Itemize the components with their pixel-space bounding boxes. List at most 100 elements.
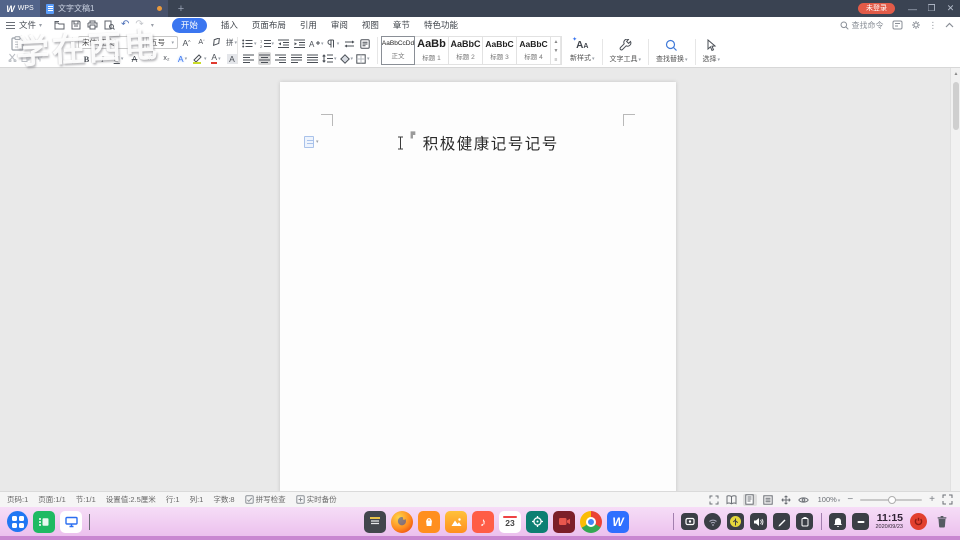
tab-section[interactable]: 章节 xyxy=(393,19,410,31)
scrollbar-thumb[interactable] xyxy=(953,82,959,130)
style-normal[interactable]: AaBbCcDd 正文 xyxy=(381,36,415,65)
font-name-select[interactable]: 宋体(正文) ▾ xyxy=(78,36,144,49)
underline-button[interactable]: U▾ xyxy=(112,52,125,65)
style-heading2[interactable]: AaBbC 标题 2 xyxy=(449,36,483,65)
control-center-icon[interactable] xyxy=(526,511,548,533)
font-size-select[interactable]: 五号 ▾ xyxy=(146,36,178,49)
zoom-in-button[interactable]: + xyxy=(929,495,935,505)
close-button[interactable]: ✕ xyxy=(941,0,960,17)
borders-button[interactable]: ▾ xyxy=(356,52,370,65)
calendar-icon[interactable]: 23 xyxy=(499,511,521,533)
asian-layout-button[interactable] xyxy=(343,37,356,50)
scroll-up-icon[interactable]: ▲ xyxy=(951,68,960,80)
file-menu[interactable]: 文件 xyxy=(19,19,36,31)
distribute-icon[interactable] xyxy=(306,52,319,65)
highlight-button[interactable]: ▾ xyxy=(192,52,207,65)
network-icon[interactable] xyxy=(704,513,721,530)
select-button[interactable]: 选择▾ xyxy=(698,35,726,68)
fullscreen-view-icon[interactable] xyxy=(707,494,721,506)
login-button[interactable]: 未登录 xyxy=(858,3,895,14)
text-tools-button[interactable]: 文字工具▾ xyxy=(605,35,647,68)
paste-icon[interactable] xyxy=(10,36,27,51)
usb-device-icon[interactable] xyxy=(727,513,744,530)
new-style-button[interactable]: AA✦ 新样式▾ xyxy=(565,35,600,68)
justify-icon[interactable] xyxy=(290,52,303,65)
zoom-level[interactable]: 100%▾ xyxy=(818,495,841,504)
subscript-button[interactable]: x₂ xyxy=(160,52,173,65)
zoom-out-button[interactable]: − xyxy=(847,495,853,505)
fit-page-icon[interactable] xyxy=(942,494,953,505)
vertical-scrollbar[interactable]: ▲ xyxy=(950,68,960,491)
screen-capture-icon[interactable] xyxy=(681,513,698,530)
strikethrough-button[interactable]: A xyxy=(128,52,141,65)
chrome-icon[interactable] xyxy=(580,511,602,533)
align-center-icon[interactable] xyxy=(258,52,271,65)
align-right-icon[interactable] xyxy=(274,52,287,65)
decrease-indent-icon[interactable] xyxy=(277,37,290,50)
wps-logo[interactable]: W WPS xyxy=(0,0,40,17)
paragraph-layout-icon[interactable] xyxy=(359,37,372,50)
archive-manager-icon[interactable] xyxy=(364,511,386,533)
music-player-icon[interactable]: ♪ xyxy=(472,511,494,533)
settings-gear-icon[interactable] xyxy=(911,20,921,30)
bold-button[interactable]: B xyxy=(80,52,93,65)
taskbar-clock[interactable]: 11:15 2020/09/23 xyxy=(875,513,903,530)
restore-button[interactable]: ❐ xyxy=(922,0,941,17)
shrink-font-button[interactable]: Aˇ xyxy=(195,36,208,49)
more-options-icon[interactable]: ⋮ xyxy=(929,20,938,31)
new-tab-button[interactable]: + xyxy=(168,0,194,17)
align-left-icon[interactable] xyxy=(242,52,255,65)
app-store-icon[interactable] xyxy=(418,511,440,533)
volume-icon[interactable] xyxy=(750,513,767,530)
style-heading1[interactable]: AaBb 标题 1 xyxy=(415,36,449,65)
bullets-button[interactable]: ▾ xyxy=(242,37,257,50)
find-replace-button[interactable]: 查找替换▾ xyxy=(651,35,693,68)
italic-button[interactable]: I xyxy=(96,52,109,65)
tab-insert[interactable]: 插入 xyxy=(221,19,238,31)
document-tab[interactable]: 文字文稿1 xyxy=(40,0,168,17)
format-painter-icon[interactable] xyxy=(34,53,44,62)
show-marks-button[interactable]: ▾ xyxy=(327,37,340,50)
spellcheck-toggle[interactable]: 拼写检查 xyxy=(245,494,286,505)
zoom-slider[interactable] xyxy=(860,499,922,501)
customize-toolbar-icon[interactable]: ▾ xyxy=(151,22,154,29)
wps-writer-icon[interactable]: W xyxy=(607,511,629,533)
pan-tool-icon[interactable] xyxy=(779,494,793,506)
firefox-icon[interactable] xyxy=(391,511,413,533)
notifications-bell-icon[interactable] xyxy=(829,513,846,530)
tab-page-layout[interactable]: 页面布局 xyxy=(252,19,286,31)
print-preview-icon[interactable] xyxy=(104,20,115,30)
open-icon[interactable] xyxy=(54,20,65,30)
page-view-icon[interactable] xyxy=(743,494,757,506)
show-desktop-icon[interactable] xyxy=(60,511,82,533)
tab-references[interactable]: 引用 xyxy=(300,19,317,31)
line-spacing-button[interactable]: ▾ xyxy=(322,52,337,65)
save-icon[interactable] xyxy=(71,20,81,30)
launcher-button[interactable] xyxy=(7,511,28,532)
pen-input-icon[interactable] xyxy=(773,513,790,530)
copy-icon[interactable] xyxy=(21,53,30,62)
show-desktop-tray-icon[interactable] xyxy=(852,513,869,530)
superscript-button[interactable]: x² xyxy=(144,52,157,65)
tab-review[interactable]: 审阅 xyxy=(331,19,348,31)
task-pane-icon[interactable] xyxy=(892,20,903,30)
style-heading3[interactable]: AaBbC 标题 3 xyxy=(483,36,517,65)
trash-icon[interactable] xyxy=(933,513,950,530)
document-page[interactable]: ▾ ▛ 积极健康记号记号 xyxy=(280,82,676,491)
zoom-slider-knob[interactable] xyxy=(888,496,896,504)
live-backup-toggle[interactable]: 实时备份 xyxy=(296,494,337,505)
undo-icon[interactable]: ↶ xyxy=(121,20,129,30)
tab-view[interactable]: 视图 xyxy=(362,19,379,31)
document-workspace[interactable]: ▾ ▛ 积极健康记号记号 ▲ xyxy=(0,68,960,491)
document-heading-line[interactable]: ▛ 积极健康记号记号 xyxy=(280,132,676,154)
grow-font-button[interactable]: A^ xyxy=(180,36,193,49)
font-color-button[interactable]: A▾ xyxy=(210,52,223,65)
tab-special-features[interactable]: 特色功能 xyxy=(424,19,458,31)
clipboard-tray-icon[interactable] xyxy=(796,513,813,530)
tab-home[interactable]: 开始 xyxy=(172,18,207,33)
movie-player-icon[interactable] xyxy=(553,511,575,533)
numbering-button[interactable]: 12▾ xyxy=(260,37,275,50)
text-effects-button[interactable]: A▾ xyxy=(176,52,189,65)
read-mode-icon[interactable] xyxy=(725,494,739,506)
clear-format-icon[interactable] xyxy=(210,36,223,49)
